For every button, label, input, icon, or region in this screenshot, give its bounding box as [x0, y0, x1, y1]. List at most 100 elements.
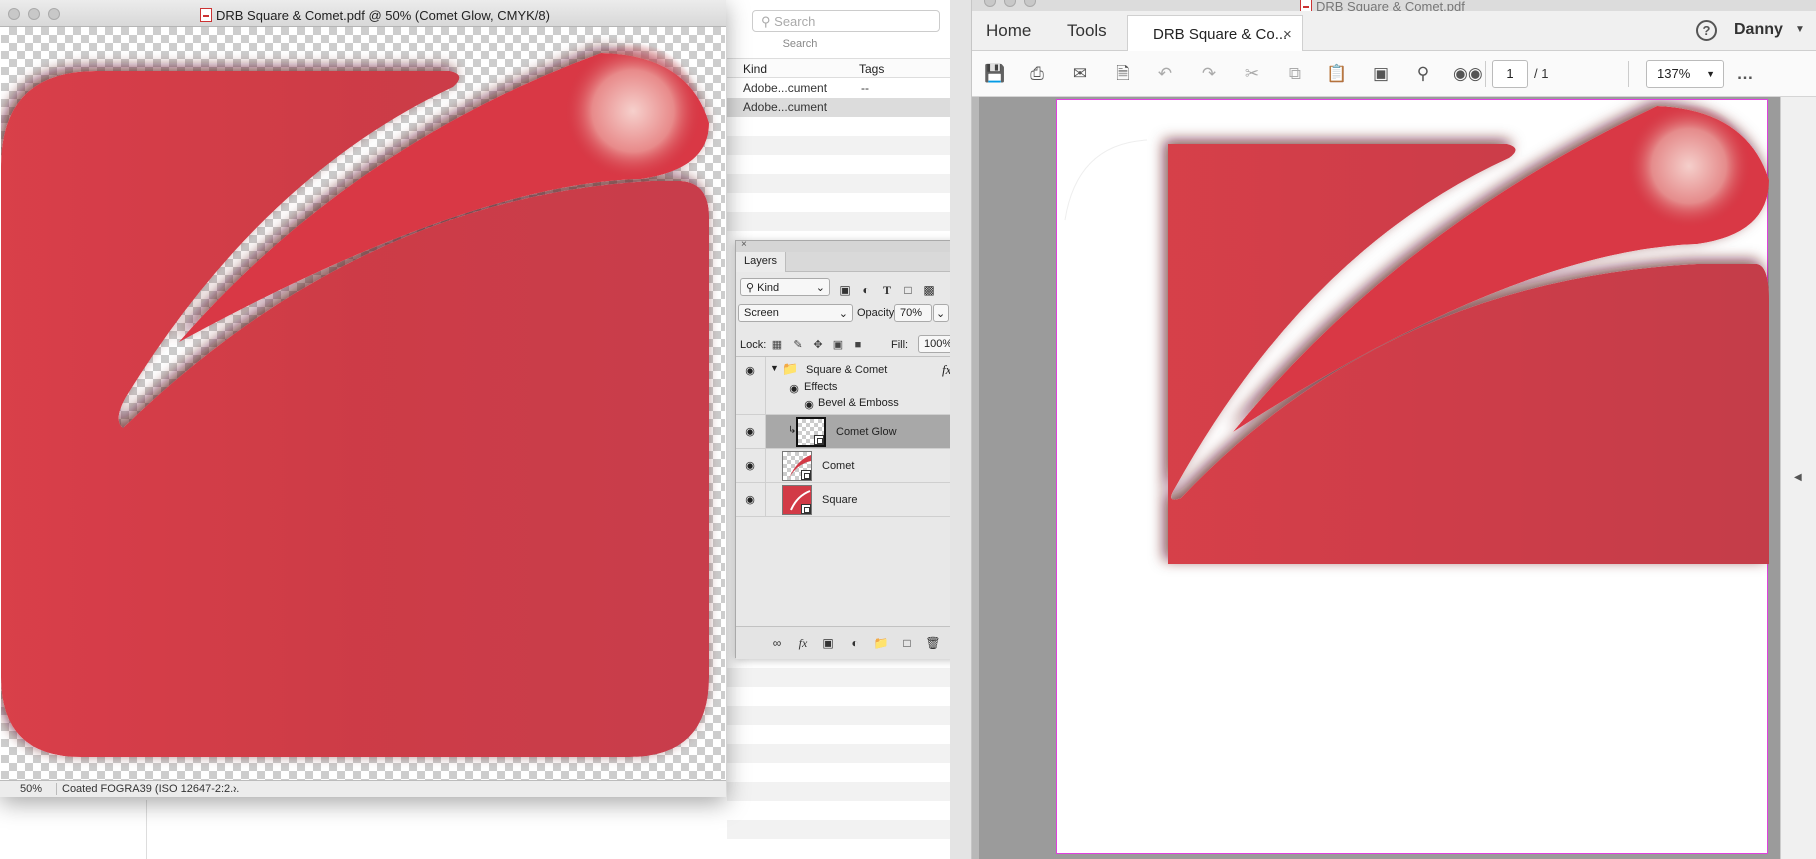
panel-close-icon[interactable]: × [741, 239, 747, 250]
copy-icon[interactable]: ⧉ [1282, 61, 1308, 87]
search-input[interactable]: ⚲ Search [752, 10, 940, 32]
zoom-window-button[interactable] [1024, 0, 1036, 7]
shape-filter-icon[interactable]: □ [899, 281, 917, 299]
filter-kind-select[interactable]: ⚲ Kind ⌄ [740, 278, 830, 296]
layer-name[interactable]: Comet Glow [836, 426, 897, 438]
adjustment-filter-icon[interactable]: ◐ [857, 281, 875, 299]
blend-mode-select[interactable]: Screen ⌄ [738, 304, 853, 322]
find-search-icon[interactable]: ⚲ [1410, 61, 1436, 87]
undo-icon[interactable]: ↶ [1152, 61, 1178, 87]
add-mask-icon[interactable]: ▣ [819, 635, 837, 651]
lock-position-icon[interactable]: ✥ [810, 337, 826, 353]
close-window-button[interactable] [8, 8, 20, 20]
column-header-tags[interactable]: Tags [859, 62, 884, 76]
new-group-icon[interactable]: 📁 [872, 635, 890, 651]
upload-document-icon[interactable]: 🗎 [1110, 61, 1136, 87]
opacity-dropdown-icon[interactable]: ⌄ [933, 304, 949, 322]
column-header-kind[interactable]: Kind [743, 62, 767, 76]
bevel-eye-icon[interactable]: ◉ [801, 399, 817, 411]
layer-thumbnail[interactable] [782, 451, 812, 481]
opacity-input[interactable]: 70% [894, 304, 932, 322]
visibility-eye-icon[interactable]: ◉ [742, 426, 758, 438]
visibility-eye-icon[interactable]: ◉ [742, 365, 758, 377]
panel-tab-bar: Layers ≡ [736, 252, 975, 272]
list-item[interactable]: Adobe...cument [727, 98, 950, 117]
close-tab-icon[interactable]: × [1283, 26, 1292, 43]
page-total: / 1 [1534, 66, 1549, 81]
effects-eye-icon[interactable]: ◉ [786, 383, 802, 395]
layer-thumbnail[interactable] [782, 485, 812, 515]
tab-layers[interactable]: Layers [736, 252, 787, 272]
group-name[interactable]: Square & Comet [806, 364, 887, 376]
fill-input[interactable]: 100% [918, 335, 954, 353]
zoom-select[interactable]: 137% ▼ [1646, 60, 1724, 88]
visibility-eye-icon[interactable]: ◉ [742, 460, 758, 472]
blend-mode-value: Screen [744, 307, 779, 319]
close-window-button[interactable] [984, 0, 996, 7]
layer-thumbnail[interactable] [796, 417, 826, 447]
minimize-window-button[interactable] [1004, 0, 1016, 7]
visibility-eye-icon[interactable]: ◉ [742, 494, 758, 506]
pixel-layer-filter-icon[interactable]: ▣ [836, 281, 854, 299]
status-menu-arrow[interactable]: › [233, 783, 237, 795]
binoculars-icon[interactable]: ◉◉ [1453, 61, 1483, 87]
layer-group-row[interactable]: ◉ ▼ 📁 Square & Comet fx ◉ Effects ◉ Beve… [736, 357, 961, 415]
more-options-icon[interactable]: … [1732, 61, 1758, 87]
delete-layer-icon[interactable]: 🗑 [924, 635, 942, 651]
layer-row-square[interactable]: ◉ Square [736, 483, 961, 517]
link-layers-icon[interactable]: ∞ [768, 635, 786, 651]
list-item-tags: -- [861, 81, 869, 95]
type-filter-icon[interactable]: T [878, 281, 896, 299]
layer-name[interactable]: Comet [822, 460, 854, 472]
snapshot-camera-icon[interactable]: ▣ [1368, 61, 1394, 87]
add-style-icon[interactable]: fx [794, 635, 812, 651]
lock-transparent-icon[interactable]: ▦ [769, 337, 785, 353]
lock-artboard-icon[interactable]: ▣ [830, 337, 846, 353]
document-view-area[interactable] [979, 97, 1780, 859]
chevron-down-icon[interactable]: ▼ [1795, 24, 1805, 35]
document-canvas[interactable] [1, 27, 725, 780]
title-bar[interactable]: DRB Square & Comet.pdf @ 50% (Comet Glow… [0, 0, 726, 27]
zoom-window-button[interactable] [48, 8, 60, 20]
disclosure-triangle-icon[interactable]: ▼ [770, 363, 779, 373]
smart-object-filter-icon[interactable]: ▩ [920, 281, 938, 299]
tab-document[interactable]: DRB Square & Co... × [1127, 15, 1303, 52]
help-icon[interactable]: ? [1696, 20, 1717, 41]
layers-bottom-bar: ∞ fx ▣ ◐ 📁 □ 🗑 [736, 626, 975, 659]
page-number-input[interactable]: 1 [1492, 60, 1528, 88]
zoom-level[interactable]: 50% [20, 783, 42, 795]
print-icon[interactable]: ⎙ [1024, 61, 1050, 87]
search-placeholder: Search [774, 14, 816, 29]
lock-pixels-icon[interactable]: ✎ [790, 337, 806, 353]
cut-icon[interactable]: ✂ [1239, 61, 1265, 87]
new-layer-icon[interactable]: □ [898, 635, 916, 651]
acrobat-tab-row: Home Tools DRB Square & Co... × ? Danny … [972, 11, 1816, 52]
new-adjustment-icon[interactable]: ◐ [846, 635, 864, 651]
layer-row-comet-glow[interactable]: ◉ ↳ Comet Glow [736, 415, 961, 449]
tab-tools[interactable]: Tools [1067, 21, 1107, 41]
smart-object-icon [814, 435, 824, 445]
list-item[interactable]: Adobe...cument -- [727, 79, 950, 98]
layer-name[interactable]: Square [822, 494, 857, 506]
bevel-emboss-label[interactable]: Bevel & Emboss [818, 397, 899, 409]
search-caption: Search [782, 38, 818, 50]
chevron-down-icon: ⌄ [838, 308, 848, 320]
acrobat-title-bar[interactable]: DRB Square & Comet.pdf [950, 0, 1816, 14]
redo-icon[interactable]: ↷ [1196, 61, 1222, 87]
left-panel-gutter [972, 97, 979, 859]
toolbar-divider [1485, 61, 1486, 87]
list-stripe [727, 820, 950, 839]
tab-home[interactable]: Home [986, 21, 1031, 41]
left-edge-bar [950, 0, 972, 859]
email-icon[interactable]: ✉ [1067, 61, 1093, 87]
user-menu[interactable]: Danny [1734, 21, 1783, 39]
effects-label: Effects [804, 381, 838, 393]
list-stripe [727, 668, 950, 687]
list-stripe [727, 212, 950, 231]
expand-panel-icon[interactable]: ◀ [1794, 472, 1802, 483]
minimize-window-button[interactable] [28, 8, 40, 20]
layer-row-comet[interactable]: ◉ Comet [736, 449, 961, 483]
save-icon[interactable]: 💾 [982, 61, 1008, 87]
lock-all-icon[interactable]: ■ [850, 337, 866, 353]
clipboard-icon[interactable]: 📋 [1324, 61, 1350, 87]
